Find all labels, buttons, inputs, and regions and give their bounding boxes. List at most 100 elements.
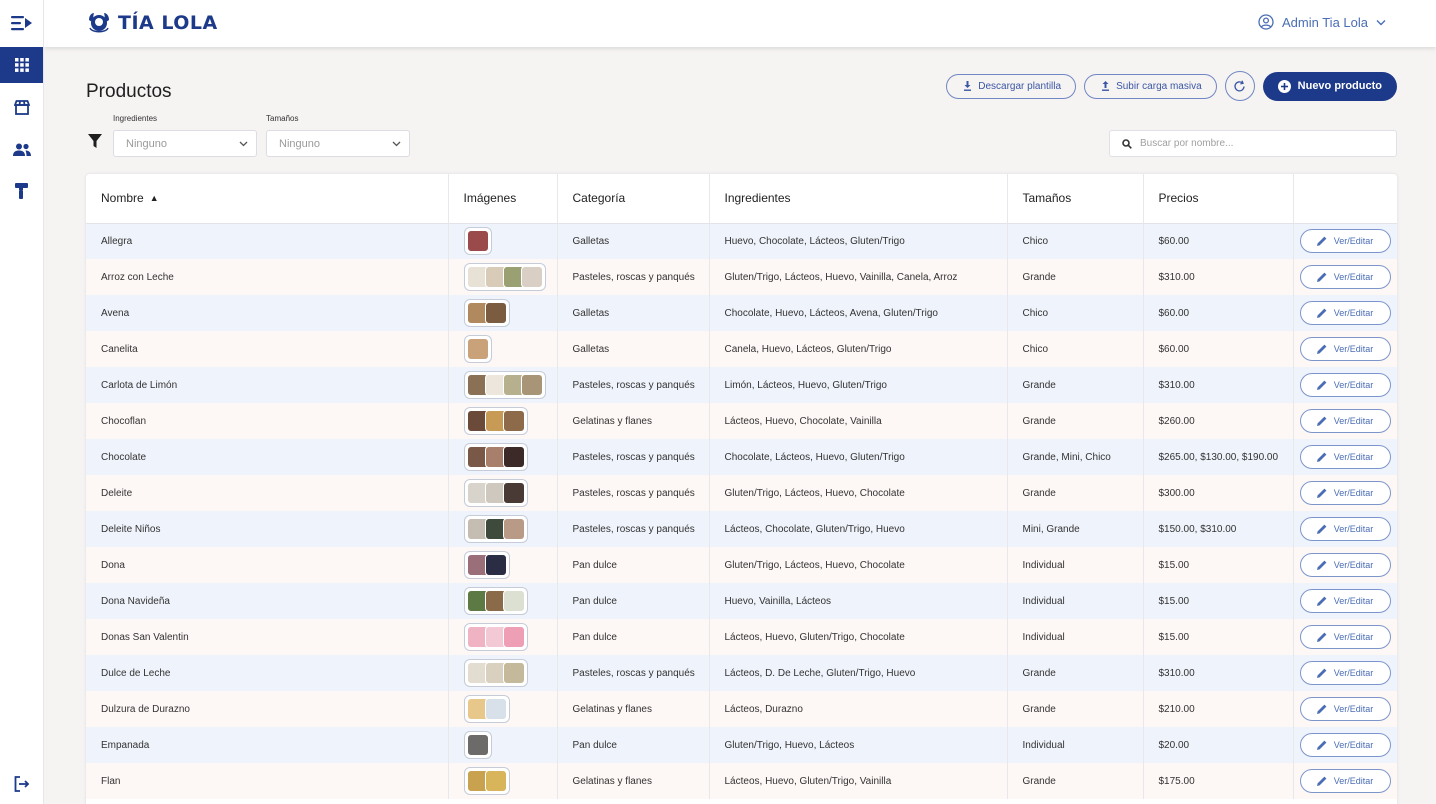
product-thumbnail[interactable] [466, 338, 489, 360]
image-stack[interactable] [463, 371, 546, 399]
logout-icon[interactable] [0, 766, 43, 802]
product-thumbnail[interactable] [502, 662, 525, 684]
pencil-icon [1316, 272, 1327, 282]
new-product-button[interactable]: Nuevo producto [1262, 71, 1397, 101]
cell-actions: Ver/Editar [1293, 439, 1397, 475]
cell-actions: Ver/Editar [1293, 331, 1397, 367]
refresh-button[interactable] [1224, 71, 1255, 101]
table-row: Flan Gelatinas y flanes Lácteos, Huevo, Gl… [86, 763, 1397, 799]
search-input[interactable]: Buscar por nombre... [1109, 130, 1397, 157]
cell-actions: Ver/Editar [1293, 295, 1397, 331]
view-edit-button[interactable]: Ver/Editar [1299, 409, 1391, 433]
image-stack[interactable] [463, 587, 528, 615]
image-stack[interactable] [463, 263, 546, 291]
sidebar [0, 0, 44, 804]
download-template-button[interactable]: Descargar plantilla [946, 73, 1077, 99]
product-thumbnail[interactable] [520, 374, 543, 396]
cell-prices: $175.00 [1143, 763, 1294, 799]
cell-name: Arroz con Leche [86, 259, 449, 295]
page-title: Productos [86, 81, 172, 102]
product-thumbnail[interactable] [466, 230, 489, 253]
cell-name: Deleite [86, 475, 449, 511]
view-edit-button[interactable]: Ver/Editar [1299, 769, 1391, 793]
image-stack[interactable] [463, 335, 492, 363]
view-edit-button[interactable]: Ver/Editar [1299, 265, 1391, 289]
image-stack[interactable] [463, 659, 528, 687]
image-stack[interactable] [463, 479, 528, 507]
image-stack[interactable] [463, 443, 528, 471]
product-thumbnail[interactable] [484, 302, 507, 324]
image-stack[interactable] [463, 551, 510, 579]
sizes-select[interactable]: Ninguno [266, 130, 410, 157]
product-thumbnail[interactable] [502, 518, 525, 540]
product-thumbnail[interactable] [484, 770, 507, 792]
cell-sizes: Grande, Mini, Chico [1007, 439, 1144, 475]
product-thumbnail[interactable] [520, 266, 543, 288]
product-thumbnail[interactable] [502, 410, 525, 432]
image-stack[interactable] [463, 407, 528, 435]
product-thumbnail[interactable] [484, 554, 507, 576]
view-edit-button[interactable]: Ver/Editar [1299, 445, 1391, 469]
cell-actions: Ver/Editar [1293, 475, 1397, 511]
pencil-icon [1316, 632, 1327, 642]
pencil-icon [1316, 416, 1327, 426]
download-icon [964, 81, 972, 91]
product-thumbnail[interactable] [502, 590, 525, 612]
view-edit-button[interactable]: Ver/Editar [1299, 517, 1391, 541]
cell-category: Pasteles, roscas y panqués [557, 511, 710, 547]
cell-ingredients: Gluten/Trigo, Huevo, Lácteos [709, 727, 1008, 763]
product-thumbnail[interactable] [502, 626, 525, 648]
cell-ingredients: Gluten/Trigo, Lácteos, Huevo, Chocolate [709, 547, 1008, 583]
cell-images [448, 295, 558, 331]
chevron-down-icon [239, 141, 248, 146]
view-edit-button[interactable]: Ver/Editar [1299, 625, 1391, 649]
pencil-icon [1316, 488, 1327, 498]
sidebar-item-products[interactable] [0, 47, 43, 83]
view-edit-button[interactable]: Ver/Editar [1299, 301, 1391, 325]
brand-logo[interactable]: TÍA LOLA [86, 10, 218, 36]
menu-toggle-icon[interactable] [0, 5, 43, 41]
bulk-upload-button[interactable]: Subir carga masiva [1084, 73, 1217, 99]
view-edit-button[interactable]: Ver/Editar [1299, 373, 1391, 397]
column-header-name[interactable]: Nombre ▲ [86, 174, 449, 224]
view-edit-button[interactable]: Ver/Editar [1299, 733, 1391, 757]
product-thumbnail[interactable] [466, 734, 489, 756]
user-circle-icon [1258, 14, 1274, 30]
user-menu[interactable]: Admin Tia Lola [1258, 14, 1386, 30]
pencil-icon [1316, 236, 1327, 247]
sidebar-item-users[interactable] [0, 131, 43, 167]
product-thumbnail[interactable] [502, 446, 525, 468]
image-stack[interactable] [463, 623, 528, 651]
view-edit-button[interactable]: Ver/Editar [1299, 697, 1391, 721]
cell-actions: Ver/Editar [1293, 727, 1397, 763]
cell-actions: Ver/Editar [1293, 547, 1397, 583]
view-edit-button[interactable]: Ver/Editar [1299, 589, 1391, 613]
cell-category: Gelatinas y flanes [557, 763, 710, 799]
user-name: Admin Tia Lola [1282, 14, 1368, 30]
view-edit-button[interactable]: Ver/Editar [1299, 481, 1391, 505]
cell-prices: $60.00 [1143, 223, 1294, 259]
view-edit-button[interactable]: Ver/Editar [1299, 553, 1391, 577]
view-edit-button[interactable]: Ver/Editar [1299, 661, 1391, 685]
cell-ingredients: Canela, Huevo, Lácteos, Gluten/Trigo [709, 331, 1008, 367]
image-stack[interactable] [463, 227, 492, 256]
ingredients-select[interactable]: Ninguno [113, 130, 257, 157]
sidebar-item-theme[interactable] [0, 173, 43, 209]
sidebar-item-stores[interactable] [0, 89, 43, 125]
image-stack[interactable] [463, 767, 510, 795]
sort-ascending-icon[interactable]: ▲ [150, 193, 159, 203]
cell-prices: $260.00 [1143, 403, 1294, 439]
cell-category: Galletas [557, 295, 710, 331]
image-stack[interactable] [463, 731, 492, 759]
column-header-prices: Precios [1143, 174, 1294, 224]
view-edit-button[interactable]: Ver/Editar [1299, 337, 1391, 361]
product-thumbnail[interactable] [484, 698, 507, 720]
image-stack[interactable] [463, 299, 510, 327]
view-edit-button[interactable]: Ver/Editar [1299, 229, 1391, 254]
cell-sizes: Grande [1007, 691, 1144, 727]
image-stack[interactable] [463, 695, 510, 723]
product-thumbnail[interactable] [502, 482, 525, 504]
refresh-icon [1234, 80, 1245, 91]
cell-prices: $15.00 [1143, 547, 1294, 583]
image-stack[interactable] [463, 515, 528, 543]
